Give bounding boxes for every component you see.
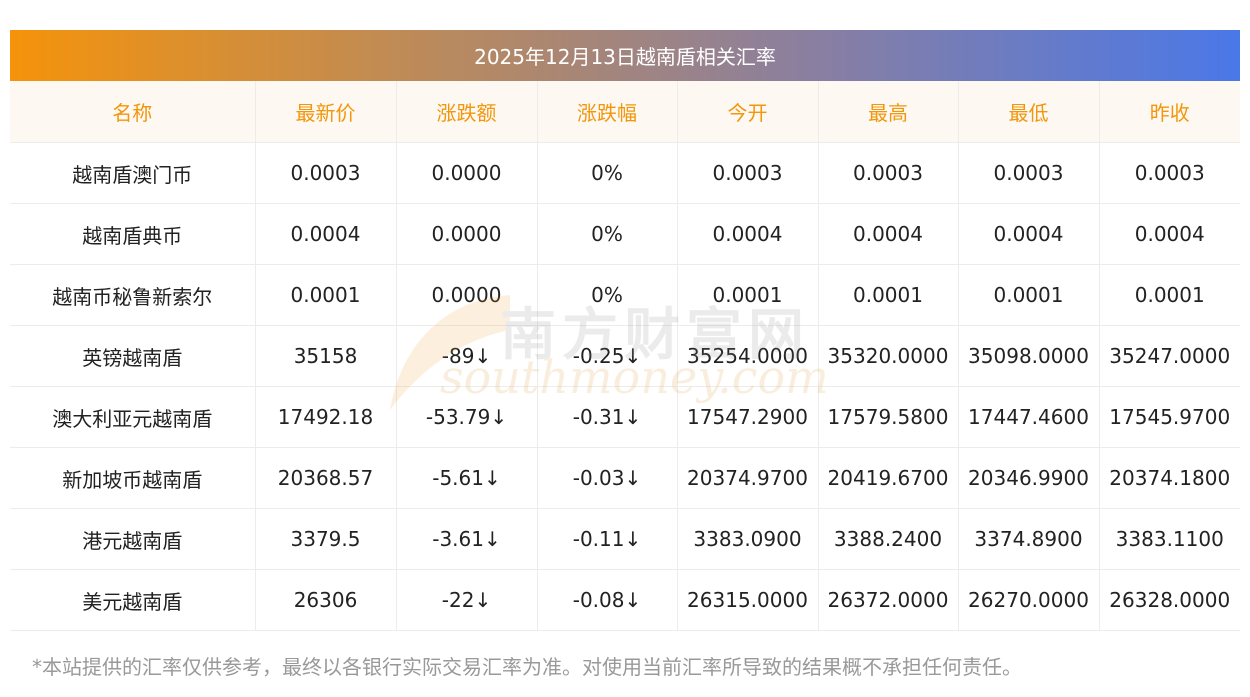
- row-open: 3383.0900: [677, 508, 819, 570]
- row-latest: 26306: [255, 569, 397, 631]
- disclaimer-footnote: *本站提供的汇率仅供参考，最终以各银行实际交易汇率为准。对使用当前汇率所导致的结…: [32, 655, 1022, 679]
- table-row: 美元越南盾 26306 -22↓ -0.08↓ 26315.0000 26372…: [10, 569, 1240, 631]
- row-high: 3388.2400: [818, 508, 959, 570]
- row-low: 0.0004: [958, 203, 1100, 265]
- row-latest: 0.0003: [255, 142, 397, 204]
- row-change-pct: 0%: [537, 142, 678, 204]
- row-high: 0.0003: [818, 142, 959, 204]
- row-prev-close: 0.0004: [1099, 203, 1240, 265]
- row-open: 20374.9700: [677, 447, 819, 509]
- row-high: 0.0001: [818, 264, 959, 326]
- page: 2025年12月13日越南盾相关汇率 名称 最新价 涨跌额 涨跌幅 今开 最高 …: [0, 0, 1250, 697]
- row-open: 0.0001: [677, 264, 819, 326]
- row-low: 35098.0000: [958, 325, 1100, 387]
- row-change-pct: 0%: [537, 203, 678, 265]
- row-name: 新加坡币越南盾: [10, 447, 256, 509]
- row-low: 26270.0000: [958, 569, 1100, 631]
- row-latest: 0.0004: [255, 203, 397, 265]
- row-change: -3.61↓: [396, 508, 538, 570]
- row-high: 20419.6700: [818, 447, 959, 509]
- row-change: 0.0000: [396, 264, 538, 326]
- table-row: 越南盾澳门币 0.0003 0.0000 0% 0.0003 0.0003 0.…: [10, 142, 1240, 204]
- row-open: 0.0003: [677, 142, 819, 204]
- header-change: 涨跌额: [396, 81, 538, 143]
- row-high: 26372.0000: [818, 569, 959, 631]
- row-open: 0.0004: [677, 203, 819, 265]
- row-open: 35254.0000: [677, 325, 819, 387]
- row-change-pct: -0.25↓: [537, 325, 678, 387]
- row-low: 3374.8900: [958, 508, 1100, 570]
- row-change-pct: 0%: [537, 264, 678, 326]
- header-open: 今开: [677, 81, 819, 143]
- header-low: 最低: [958, 81, 1100, 143]
- row-change-pct: -0.31↓: [537, 386, 678, 448]
- row-change-pct: -0.11↓: [537, 508, 678, 570]
- row-prev-close: 20374.1800: [1099, 447, 1240, 509]
- row-low: 0.0001: [958, 264, 1100, 326]
- row-latest: 3379.5: [255, 508, 397, 570]
- header-latest: 最新价: [255, 81, 397, 143]
- row-change: 0.0000: [396, 142, 538, 204]
- header-change-pct: 涨跌幅: [537, 81, 678, 143]
- table-row: 英镑越南盾 35158 -89↓ -0.25↓ 35254.0000 35320…: [10, 325, 1240, 387]
- row-change: -53.79↓: [396, 386, 538, 448]
- row-high: 17579.5800: [818, 386, 959, 448]
- row-prev-close: 3383.1100: [1099, 508, 1240, 570]
- row-name: 越南盾典币: [10, 203, 256, 265]
- row-prev-close: 0.0003: [1099, 142, 1240, 204]
- row-latest: 0.0001: [255, 264, 397, 326]
- row-name: 澳大利亚元越南盾: [10, 386, 256, 448]
- row-name: 港元越南盾: [10, 508, 256, 570]
- row-low: 17447.4600: [958, 386, 1100, 448]
- row-change-pct: -0.03↓: [537, 447, 678, 509]
- table-title: 2025年12月13日越南盾相关汇率: [10, 30, 1240, 81]
- row-prev-close: 0.0001: [1099, 264, 1240, 326]
- row-low: 0.0003: [958, 142, 1100, 204]
- table-row: 新加坡币越南盾 20368.57 -5.61↓ -0.03↓ 20374.970…: [10, 447, 1240, 509]
- header-high: 最高: [818, 81, 959, 143]
- row-open: 26315.0000: [677, 569, 819, 631]
- table-row: 越南盾典币 0.0004 0.0000 0% 0.0004 0.0004 0.0…: [10, 203, 1240, 265]
- row-open: 17547.2900: [677, 386, 819, 448]
- table-row: 澳大利亚元越南盾 17492.18 -53.79↓ -0.31↓ 17547.2…: [10, 386, 1240, 448]
- table-row: 越南币秘鲁新索尔 0.0001 0.0000 0% 0.0001 0.0001 …: [10, 264, 1240, 326]
- table-row: 港元越南盾 3379.5 -3.61↓ -0.11↓ 3383.0900 338…: [10, 508, 1240, 570]
- row-change: -22↓: [396, 569, 538, 631]
- row-prev-close: 17545.9700: [1099, 386, 1240, 448]
- row-name: 越南盾澳门币: [10, 142, 256, 204]
- row-change: 0.0000: [396, 203, 538, 265]
- row-high: 0.0004: [818, 203, 959, 265]
- header-prev-close: 昨收: [1099, 81, 1240, 143]
- row-prev-close: 26328.0000: [1099, 569, 1240, 631]
- row-name: 越南币秘鲁新索尔: [10, 264, 256, 326]
- table-header-row: 名称 最新价 涨跌额 涨跌幅 今开 最高 最低 昨收: [10, 81, 1240, 143]
- row-change: -5.61↓: [396, 447, 538, 509]
- row-name: 美元越南盾: [10, 569, 256, 631]
- row-latest: 20368.57: [255, 447, 397, 509]
- row-high: 35320.0000: [818, 325, 959, 387]
- row-name: 英镑越南盾: [10, 325, 256, 387]
- exchange-rate-table: 名称 最新价 涨跌额 涨跌幅 今开 最高 最低 昨收 越南盾澳门币 0.0003…: [10, 81, 1240, 631]
- row-prev-close: 35247.0000: [1099, 325, 1240, 387]
- row-change: -89↓: [396, 325, 538, 387]
- row-latest: 17492.18: [255, 386, 397, 448]
- header-name: 名称: [10, 81, 256, 143]
- row-latest: 35158: [255, 325, 397, 387]
- row-change-pct: -0.08↓: [537, 569, 678, 631]
- row-low: 20346.9900: [958, 447, 1100, 509]
